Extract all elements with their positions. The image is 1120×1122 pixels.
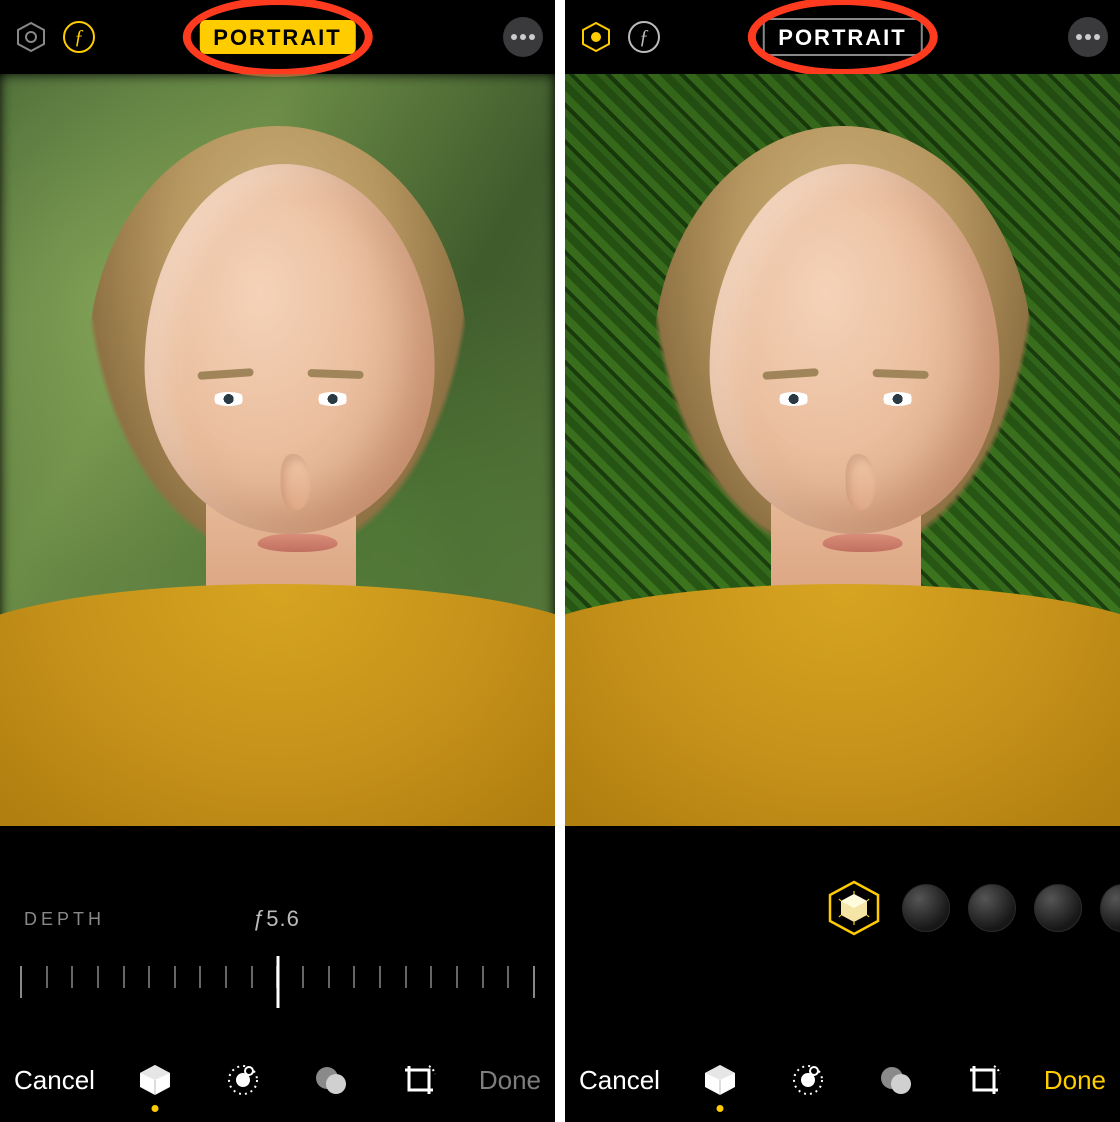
portrait-tool-button[interactable] <box>698 1058 742 1102</box>
svg-text:ƒ: ƒ <box>74 26 84 48</box>
done-button[interactable]: Done <box>479 1065 541 1096</box>
svg-text:ƒ: ƒ <box>639 26 649 48</box>
more-button[interactable] <box>1068 17 1108 57</box>
lighting-option-studio[interactable] <box>902 884 950 932</box>
adjust-tool-button[interactable] <box>786 1058 830 1102</box>
photo-subject <box>0 74 555 826</box>
photo-preview[interactable] <box>0 74 555 826</box>
crop-tool-button[interactable] <box>397 1058 441 1102</box>
adjust-tool-button[interactable] <box>221 1058 265 1102</box>
active-tool-indicator <box>151 1105 158 1112</box>
f-stop-icon[interactable]: ƒ <box>60 18 98 56</box>
depth-control-row: DEPTH ƒ5.6 <box>0 894 555 944</box>
portrait-lighting-icon[interactable] <box>12 18 50 56</box>
more-button[interactable] <box>503 17 543 57</box>
active-tool-indicator <box>716 1105 723 1112</box>
done-button[interactable]: Done <box>1044 1065 1106 1096</box>
cancel-button[interactable]: Cancel <box>14 1065 95 1096</box>
photo-preview[interactable] <box>565 74 1120 826</box>
lighting-option-contour[interactable] <box>968 884 1016 932</box>
filters-tool-button[interactable] <box>874 1058 918 1102</box>
lighting-option-natural[interactable] <box>824 878 884 938</box>
screenshot-left: ƒ PORTRAIT <box>0 0 555 1122</box>
crop-tool-button[interactable] <box>962 1058 1006 1102</box>
bottom-toolbar: Cancel Done <box>565 1038 1120 1122</box>
top-bar: ƒ PORTRAIT <box>0 0 555 74</box>
depth-slider[interactable] <box>0 952 555 1012</box>
depth-slider-cursor[interactable] <box>276 956 279 1008</box>
lighting-option-stage-mono[interactable] <box>1100 884 1120 932</box>
depth-label: DEPTH <box>24 909 105 930</box>
portrait-mode-badge[interactable]: PORTRAIT <box>199 20 355 54</box>
cancel-button[interactable]: Cancel <box>579 1065 660 1096</box>
portrait-lighting-picker[interactable] <box>565 858 1120 958</box>
depth-value: ƒ5.6 <box>253 906 300 932</box>
more-icon <box>511 34 535 40</box>
portrait-lighting-icon[interactable] <box>577 18 615 56</box>
filters-tool-button[interactable] <box>309 1058 353 1102</box>
top-bar: ƒ PORTRAIT <box>565 0 1120 74</box>
f-stop-icon[interactable]: ƒ <box>625 18 663 56</box>
portrait-badge-wrap: PORTRAIT <box>199 20 355 54</box>
portrait-tool-button[interactable] <box>133 1058 177 1102</box>
screenshot-right: ƒ PORTRAIT <box>565 0 1120 1122</box>
bottom-toolbar: Cancel Done <box>0 1038 555 1122</box>
lighting-option-stage[interactable] <box>1034 884 1082 932</box>
more-icon <box>1076 34 1100 40</box>
photo-subject <box>565 74 1120 826</box>
portrait-mode-badge[interactable]: PORTRAIT <box>762 18 922 56</box>
portrait-badge-wrap: PORTRAIT <box>762 18 922 56</box>
